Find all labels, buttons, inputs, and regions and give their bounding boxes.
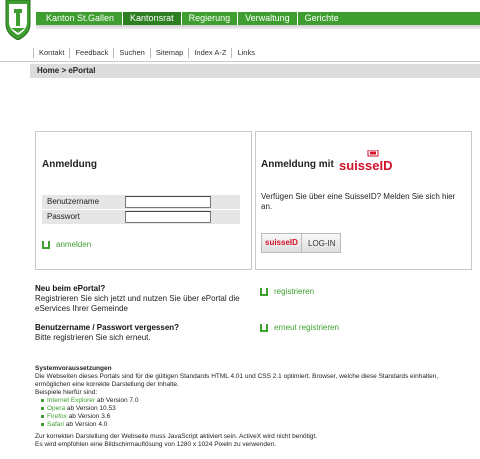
password-row: Passwort — [42, 210, 240, 224]
nav-verwaltung[interactable]: Verwaltung — [237, 12, 297, 25]
nav-regierung[interactable]: Regierung — [180, 12, 238, 25]
javascript-note: Zur korrekten Darstellung der Webseite m… — [35, 433, 318, 440]
login-button-label: anmelden — [56, 240, 92, 249]
service-nav: Kontakt Feedback Suchen Sitemap Index A-… — [0, 46, 480, 60]
nav-home[interactable]: Kanton St.Gallen — [36, 12, 122, 25]
suisseid-title: Anmeldung mit — [261, 159, 334, 170]
system-intro: Die Webseiten dieses Portals sind für di… — [35, 373, 439, 388]
system-examples: Beispiele hierfür sind: — [35, 389, 98, 396]
browser-list: Internet Explorer ab Version 7.0 Opera a… — [41, 397, 455, 429]
suisseid-logo-text: suisseID — [339, 158, 392, 172]
list-item: Opera ab Version 10.53 — [41, 405, 455, 413]
arrow-icon — [260, 323, 268, 332]
arrow-icon — [260, 287, 268, 296]
browser-link[interactable]: Opera — [47, 405, 65, 412]
suisseid-button-label: LOG-IN — [308, 238, 336, 248]
breadcrumb: Home > ePortal — [30, 64, 480, 78]
browser-version: ab Version 3.6 — [68, 413, 111, 420]
reregister-link[interactable]: erneut registrieren — [260, 323, 339, 332]
nav-gerichte[interactable]: Gerichte — [296, 12, 346, 25]
suisseid-button-brand: suisseID — [262, 234, 302, 252]
service-suchen[interactable]: Suchen — [113, 48, 149, 58]
login-button[interactable]: anmelden — [42, 240, 91, 249]
username-input[interactable] — [125, 196, 211, 208]
arrow-icon — [42, 240, 50, 249]
browser-link[interactable]: Internet Explorer — [47, 397, 95, 404]
list-item: Safari ab Version 4.0 — [41, 421, 455, 429]
main-nav: Kanton St.Gallen Kantonsrat Regierung Ve… — [36, 12, 480, 25]
password-input[interactable] — [125, 211, 211, 223]
canton-logo[interactable] — [3, 0, 33, 40]
register-link[interactable]: registrieren — [260, 287, 314, 296]
list-item: Internet Explorer ab Version 7.0 — [41, 397, 455, 405]
service-sitemap[interactable]: Sitemap — [149, 48, 189, 58]
service-feedback[interactable]: Feedback — [69, 48, 113, 58]
forgot-title: Benutzername / Passwort vergessen? — [35, 323, 180, 332]
forgot-section: Benutzername / Passwort vergessen? Bitte… — [35, 323, 255, 343]
nav-kantonsrat[interactable]: Kantonsrat — [122, 12, 181, 25]
service-links[interactable]: Links — [231, 48, 260, 58]
login-panel: Anmeldung Benutzername Passwort anmelden — [35, 131, 252, 270]
service-index[interactable]: Index A-Z — [188, 48, 231, 58]
username-row: Benutzername — [42, 195, 240, 209]
browser-link[interactable]: Safari — [47, 421, 64, 428]
suisseid-panel: Anmeldung mit suisseID Verfügen Sie über… — [255, 131, 472, 270]
system-requirements: Systemvoraussetzungen Die Webseiten dies… — [35, 365, 455, 449]
service-kontakt[interactable]: Kontakt — [33, 48, 69, 58]
divider — [0, 61, 480, 62]
register-text: Registrieren Sie sich jetzt und nutzen S… — [35, 294, 240, 313]
reregister-link-label: erneut registrieren — [274, 323, 339, 332]
list-item: Firefox ab Version 3.6 — [41, 413, 455, 421]
login-title: Anmeldung — [42, 159, 97, 170]
register-section: Neu beim ePortal? Registrieren Sie sich … — [35, 284, 255, 314]
forgot-text: Bitte registrieren Sie sich erneut. — [35, 333, 151, 342]
suisseid-login-button[interactable]: suisseID LOG-IN — [261, 233, 341, 253]
suisseid-logo: suisseID — [339, 150, 392, 172]
password-label: Passwort — [47, 212, 80, 221]
browser-version: ab Version 10.53 — [66, 405, 116, 412]
register-title: Neu beim ePortal? — [35, 284, 106, 293]
username-label: Benutzername — [47, 197, 100, 206]
suisseid-description: Verfügen Sie über eine SuisseID? Melden … — [261, 192, 456, 211]
site-header: Kanton St.Gallen Kantonsrat Regierung Ve… — [0, 0, 480, 40]
browser-link[interactable]: Firefox — [47, 413, 67, 420]
nav-shadow — [36, 25, 480, 29]
resolution-note: Es wird empfohlen eine Bildschirmauflösu… — [35, 441, 277, 448]
register-link-label: registrieren — [274, 287, 315, 296]
system-title: Systemvoraussetzungen — [35, 365, 112, 372]
browser-version: ab Version 7.0 — [96, 397, 139, 404]
browser-version: ab Version 4.0 — [65, 421, 108, 428]
